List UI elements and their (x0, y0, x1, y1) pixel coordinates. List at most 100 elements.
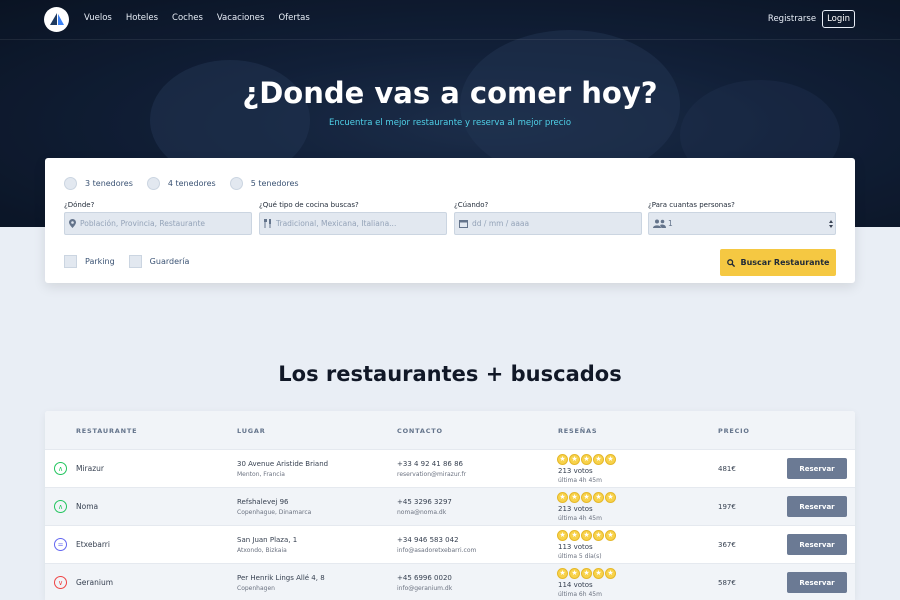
star-icon: ★ (593, 454, 604, 465)
star-icon: ★ (605, 530, 616, 541)
nav-link-vacaciones[interactable]: Vacaciones (217, 13, 265, 23)
reserve-button[interactable]: Reservar (787, 572, 847, 593)
select-stepper-icon[interactable] (829, 219, 833, 228)
restaurant-name: Mirazur (76, 464, 105, 473)
address: Per Henrik Lings Allé 4, 8 (237, 574, 325, 582)
star-icon: ★ (569, 454, 580, 465)
nav-link-vuelos[interactable]: Vuelos (84, 13, 112, 23)
city: Atxondo, Bizkaia (237, 547, 287, 554)
users-icon (653, 219, 666, 228)
column-header-restaurante: RESTAURANTE (76, 427, 138, 435)
rating-stars: ★ ★ ★ ★ ★ (557, 454, 616, 465)
email: noma@noma.dk (397, 509, 447, 516)
rating-option-4[interactable]: 4 tenedores (146, 177, 216, 190)
price: 587€ (718, 579, 736, 587)
map-pin-icon (69, 219, 76, 228)
search-icon (726, 258, 735, 267)
column-header-resenas: RESEÑAS (558, 427, 598, 435)
search-restaurant-button[interactable]: Buscar Restaurante (720, 249, 836, 276)
address: San Juan Plaza, 1 (237, 536, 298, 544)
star-icon: ★ (593, 530, 604, 541)
equal-icon: = (54, 538, 67, 551)
column-header-contacto: CONTACTO (397, 427, 443, 435)
date-placeholder: dd / mm / aaaa (472, 219, 530, 228)
vote-count: 114 votos (558, 581, 593, 589)
brand-logo[interactable] (44, 7, 69, 32)
cuisine-input[interactable]: Tradicional, Mexicana, Italiana... (259, 212, 447, 235)
city: Copenhagen (237, 585, 275, 592)
last-review-time: última 6h 45m (558, 591, 602, 598)
rating-option-label: 3 tenedores (85, 179, 133, 188)
rating-option-5[interactable]: 5 tenedores (229, 177, 299, 190)
amenity-label: Guardería (149, 257, 190, 266)
nav-link-hoteles[interactable]: Hoteles (126, 13, 158, 23)
restaurants-table: RESTAURANTE LUGAR CONTACTO RESEÑAS PRECI… (45, 411, 855, 600)
login-button[interactable]: Login (822, 10, 855, 28)
star-icon: ★ (569, 530, 580, 541)
star-icon: ★ (569, 492, 580, 503)
people-select[interactable]: 1 (648, 212, 836, 235)
star-icon: ★ (581, 492, 592, 503)
people-value-group: 1 (653, 219, 673, 228)
where-field: ¿Dónde? Población, Provincia, Restaurant… (64, 201, 252, 235)
phone: +34 946 583 042 (397, 536, 459, 544)
nav-link-coches[interactable]: Coches (172, 13, 203, 23)
rating-option-3[interactable]: 3 tenedores (64, 177, 133, 190)
rating-filter: 3 tenedores 4 tenedores 5 tenedores (64, 177, 299, 190)
nav-link-ofertas[interactable]: Ofertas (278, 13, 309, 23)
people-label: ¿Para cuantas personas? (648, 201, 735, 209)
reserve-button[interactable]: Reservar (787, 458, 847, 479)
radio-button[interactable] (229, 177, 243, 190)
checkbox[interactable] (128, 255, 142, 268)
last-review-time: última 5 día(s) (558, 553, 602, 560)
when-field: ¿Cúando? dd / mm / aaaa (454, 201, 642, 235)
phone: +45 3296 3297 (397, 498, 452, 506)
vote-count: 113 votos (558, 543, 593, 551)
price: 197€ (718, 503, 736, 511)
location-cell: Per Henrik Lings Allé 4, 8 Copenhagen (237, 574, 325, 592)
location-cell: San Juan Plaza, 1 Atxondo, Bizkaia (237, 536, 297, 554)
people-value: 1 (668, 219, 673, 228)
utensils-icon (264, 219, 271, 228)
date-input[interactable]: dd / mm / aaaa (454, 212, 642, 235)
location-cell: Refshalevej 96 Copenhague, Dinamarca (237, 498, 311, 516)
amenity-guarderia[interactable]: Guardería (128, 255, 190, 268)
reserve-button[interactable]: Reservar (787, 534, 847, 555)
search-button-label: Buscar Restaurante (740, 258, 830, 267)
rating-stars: ★ ★ ★ ★ ★ (557, 530, 616, 541)
email: reservation@mirazur.fr (397, 471, 467, 478)
star-icon: ★ (605, 568, 616, 579)
price: 367€ (718, 541, 736, 549)
cuisine-field: ¿Qué tipo de cocina buscas? Tradicional,… (259, 201, 447, 235)
where-input[interactable]: Población, Provincia, Restaurante (64, 212, 252, 235)
radio-button[interactable] (64, 177, 77, 190)
contact-cell: +34 946 583 042 info@asadoretxebarri.com (397, 536, 476, 554)
star-icon: ★ (557, 454, 568, 465)
vote-count: 213 votos (558, 505, 593, 513)
table-header: RESTAURANTE LUGAR CONTACTO RESEÑAS PRECI… (45, 411, 855, 449)
contact-cell: +33 4 92 41 86 86 reservation@mirazur.fr (397, 460, 466, 478)
address: Refshalevej 96 (237, 498, 289, 506)
auth-links: Registrarse Login (768, 10, 855, 28)
cuisine-placeholder: Tradicional, Mexicana, Italiana... (276, 219, 397, 228)
hero-subtitle: Encuentra el mejor restaurante y reserva… (328, 118, 572, 128)
address: 30 Avenue Aristide Briand (237, 460, 329, 468)
table-body: ∧ Mirazur 30 Avenue Aristide Briand Menton,… (45, 449, 855, 600)
vote-count: 213 votos (558, 467, 593, 475)
register-link[interactable]: Registrarse (768, 14, 816, 24)
rating-option-label: 5 tenedores (250, 179, 299, 188)
radio-button[interactable] (146, 177, 160, 190)
cuisine-label: ¿Qué tipo de cocina buscas? (259, 201, 359, 209)
table-row: = Etxebarri San Juan Plaza, 1 Atxondo, Bizk… (45, 525, 855, 563)
reserve-button[interactable]: Reservar (787, 496, 847, 517)
star-icon: ★ (581, 568, 592, 579)
city: Menton, Francia (237, 471, 285, 478)
restaurant-name: Geranium (76, 578, 114, 587)
email: info@asadoretxebarri.com (397, 547, 477, 554)
price: 481€ (718, 465, 736, 473)
up-arrow-icon: ∧ (54, 500, 67, 513)
amenity-parking[interactable]: Parking (64, 255, 115, 268)
where-placeholder: Población, Provincia, Restaurante (80, 219, 206, 228)
people-field: ¿Para cuantas personas? 1 (648, 201, 836, 235)
checkbox[interactable] (64, 255, 77, 268)
